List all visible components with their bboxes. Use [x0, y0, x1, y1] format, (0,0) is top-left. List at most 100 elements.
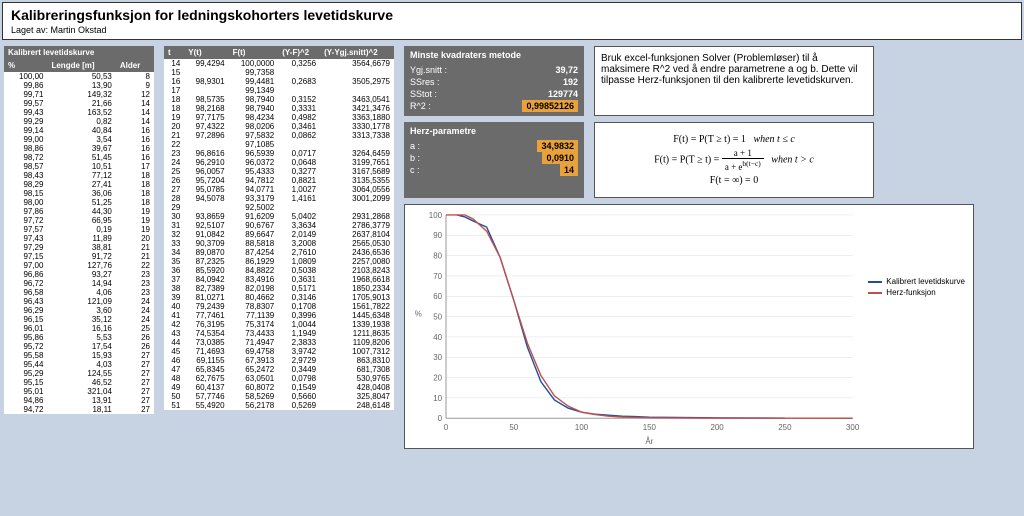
table-row: 97,570,1919 [4, 225, 154, 234]
table-row: 3192,510790,67673,36342786,3779 [164, 221, 394, 230]
table2-header-row: t Y(t) F(t) (Y-F)^2 (Y-Ygj.snitt)^2 [164, 46, 394, 59]
table-row: 4571,469369,47583,97421007,7312 [164, 347, 394, 356]
table-row: 95,29124,5527 [4, 369, 154, 378]
table-row: 1499,4294100,00000,32563564,6679 [164, 59, 394, 68]
svg-text:150: 150 [643, 423, 657, 432]
svg-text:0: 0 [444, 423, 449, 432]
table-row: 2097,432298,02060,34613330,1778 [164, 122, 394, 131]
table-row: 2695,720494,78120,88213135,5355 [164, 176, 394, 185]
table-row: 2596,005795,43330,32773167,5689 [164, 167, 394, 176]
table-row: 97,00127,7622 [4, 261, 154, 270]
table-row: 96,0116,1625 [4, 324, 154, 333]
table-row: 4765,834565,24720,3449681,7308 [164, 365, 394, 374]
page-title: Kalibreringsfunksjon for ledningskohorte… [11, 7, 1013, 23]
table-row: 95,01321,0427 [4, 387, 154, 396]
table-row: 4079,243978,83070,17081561,7822 [164, 302, 394, 311]
svg-text:90: 90 [433, 231, 442, 240]
svg-text:40: 40 [433, 333, 442, 342]
panel-row: R^2 :0,99852126 [410, 100, 578, 112]
table-row: 3784,094283,49160,36311968,6618 [164, 275, 394, 284]
svg-text:10: 10 [433, 394, 442, 403]
panel-row: c :14 [410, 164, 578, 176]
panel-row: a :34,9832 [410, 140, 578, 152]
table-row: 96,8693,2723 [4, 270, 154, 279]
table-row: 4473,038571,49472,38331109,8206 [164, 338, 394, 347]
chart: 0102030405060708090100050100150200250300… [404, 204, 974, 449]
svg-text:250: 250 [778, 423, 792, 432]
table1-wrap: Kalibrert levetidskurve % Lengde [m] Ald… [4, 46, 154, 414]
table1-title: Kalibrert levetidskurve [4, 46, 154, 59]
legend-item: Herz-funksjon [868, 288, 965, 297]
table-row: 98,5710,5117 [4, 162, 154, 171]
info-box: Bruk excel-funksjonen Solver (Problemløs… [594, 46, 874, 116]
table-row: 1599,7358 [164, 68, 394, 77]
lsq-panel: Minste kvadraters metode Ygj.snitt :39,7… [404, 46, 584, 116]
table-stats: t Y(t) F(t) (Y-F)^2 (Y-Ygj.snitt)^2 1499… [164, 46, 394, 410]
table-row: 5155,492056,21780,5269248,6148 [164, 401, 394, 410]
herz-panel: Herz-parametre a :34,9832b :0,0910c :14 [404, 122, 584, 198]
table-row: 100,0050,538 [4, 72, 154, 81]
table-row: 98,1536,0618 [4, 189, 154, 198]
table-row: 5057,774658,52690,5660325,8047 [164, 392, 394, 401]
svg-text:60: 60 [433, 292, 442, 301]
table-row: 97,8644,3019 [4, 207, 154, 216]
table-row: 99,003,5416 [4, 135, 154, 144]
table-row: 1799,1349 [164, 86, 394, 95]
table-row: 95,444,0327 [4, 360, 154, 369]
table-row: 97,1591,7221 [4, 252, 154, 261]
table-row: 99,1440,8416 [4, 126, 154, 135]
chart-legend: Kalibrert levetidskurveHerz-funksjon [868, 275, 965, 299]
formula-line-2: F(t) = P(T ≥ t) = a + 1 a + eb(t−c) when… [603, 148, 865, 172]
table-row: 3685,592084,88220,50382103,8243 [164, 266, 394, 275]
table-row: 99,43163,5214 [4, 108, 154, 117]
table-row: 99,8613,909 [4, 81, 154, 90]
table-row: 3390,370988,58183,20082565,0530 [164, 239, 394, 248]
svg-text:30: 30 [433, 353, 442, 362]
table-row: 4374,535473,44331,19491211,8635 [164, 329, 394, 338]
table2-body: 1499,4294100,00000,32563564,66791599,735… [164, 59, 394, 410]
page-header: Kalibreringsfunksjon for ledningskohorte… [2, 2, 1022, 40]
svg-text:År: År [645, 437, 653, 446]
svg-text:300: 300 [846, 423, 860, 432]
table-row: 2396,861696,59390,07173264,6459 [164, 149, 394, 158]
table-row: 4177,746177,11390,39961445,6348 [164, 311, 394, 320]
svg-text:100: 100 [429, 211, 443, 220]
table-row: 98,0051,2518 [4, 198, 154, 207]
table-row: 2795,078594,07711,00273064,0556 [164, 185, 394, 194]
lsq-title: Minste kvadraters metode [410, 50, 578, 60]
table-row: 96,43121,0924 [4, 297, 154, 306]
formula-line-1: F(t) = P(T ≥ t) = 1 when t ≤ c [603, 134, 865, 145]
table-row: 3093,865991,62095,04022931,2868 [164, 212, 394, 221]
table-row: 3981,027180,46620,31461705,9013 [164, 293, 394, 302]
table-row: 99,71149,3212 [4, 90, 154, 99]
table-row: 4862,767563,05010,0798530,9765 [164, 374, 394, 383]
table-row: 3882,738982,01980,51711850,2334 [164, 284, 394, 293]
table-row: 99,5721,6614 [4, 99, 154, 108]
table-row: 2894,507893,31791,41613001,2099 [164, 194, 394, 203]
table-row: 98,8639,6716 [4, 144, 154, 153]
svg-text:100: 100 [575, 423, 589, 432]
table-row: 98,7251,4516 [4, 153, 154, 162]
table-row: 3489,087087,42542,76102436,6536 [164, 248, 394, 257]
table-row: 96,584,0623 [4, 288, 154, 297]
table-row: 2992,5002 [164, 203, 394, 212]
table-row: 96,7214,9423 [4, 279, 154, 288]
table-row: 3587,232586,19291,08092257,0080 [164, 257, 394, 266]
panel-row: b :0,0910 [410, 152, 578, 164]
panel-row: SSres :192 [410, 76, 578, 88]
svg-text:%: % [415, 310, 422, 319]
table-row: 98,2927,4118 [4, 180, 154, 189]
table-row: 95,7217,5426 [4, 342, 154, 351]
content-area: Kalibrert levetidskurve % Lengde [m] Ald… [0, 42, 1024, 453]
right-column: Minste kvadraters metode Ygj.snitt :39,7… [404, 46, 984, 449]
svg-text:50: 50 [433, 313, 442, 322]
herz-title: Herz-parametre [410, 126, 578, 136]
table2-wrap: t Y(t) F(t) (Y-F)^2 (Y-Ygj.snitt)^2 1499… [164, 46, 394, 410]
table-row: 4669,115567,39132,9729863,8310 [164, 356, 394, 365]
table-row: 1698,930199,44810,26833505,2975 [164, 77, 394, 86]
table1-body: 100,0050,53899,8613,90999,71149,321299,5… [4, 72, 154, 414]
panel-row: Ygj.snitt :39,72 [410, 64, 578, 76]
table-row: 3291,084289,66472,01492637,8104 [164, 230, 394, 239]
table-row: 94,8613,9127 [4, 396, 154, 405]
svg-text:70: 70 [433, 272, 442, 281]
